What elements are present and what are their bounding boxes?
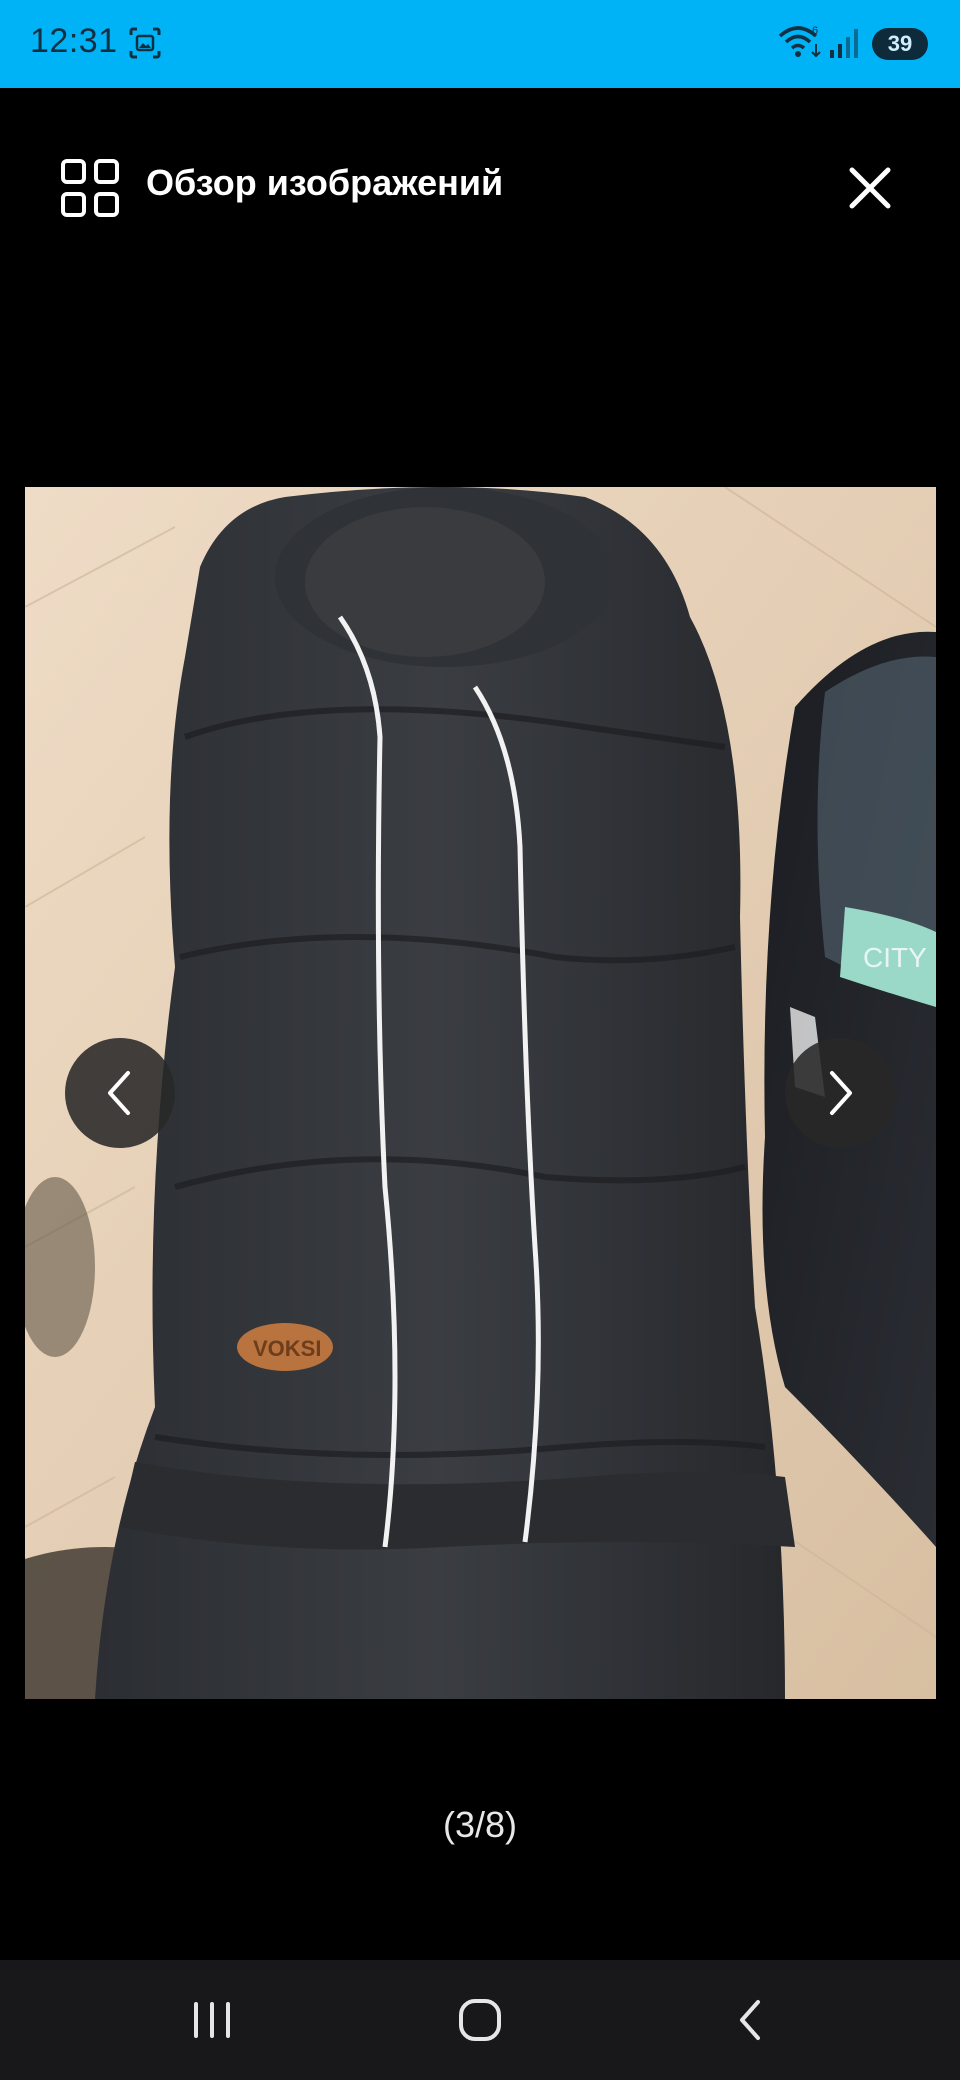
recents-button[interactable]: [172, 1990, 252, 2050]
svg-text:6: 6: [812, 25, 818, 37]
chevron-right-icon: [830, 1071, 852, 1115]
home-button[interactable]: [440, 1990, 520, 2050]
next-image-button[interactable]: [785, 1038, 895, 1148]
system-navigation-bar: [0, 1960, 960, 2080]
bag-label: CITY: [863, 942, 927, 973]
image-counter: (3/8): [442, 1804, 518, 1845]
status-time: 12:31: [30, 22, 118, 60]
viewer-title: Обзор изображений: [146, 162, 504, 203]
screenshot-icon: [128, 26, 162, 65]
close-icon: [849, 167, 891, 209]
wifi-icon: 6: [778, 24, 824, 67]
viewer-header: Обзор изображений: [0, 88, 960, 288]
previous-image-button[interactable]: [65, 1038, 175, 1148]
close-button[interactable]: [834, 152, 906, 224]
battery-level: 39: [887, 31, 913, 56]
recents-icon: [194, 2002, 230, 2038]
chevron-left-icon: [108, 1071, 130, 1115]
grid-icon[interactable]: [60, 158, 120, 223]
battery-icon: 39: [872, 28, 928, 60]
back-button[interactable]: [710, 1990, 790, 2050]
status-bar: 12:31 6 39: [0, 0, 960, 88]
back-icon: [740, 2000, 760, 2040]
signal-icon: [828, 26, 862, 65]
photo-logo: VOKSI: [253, 1336, 321, 1361]
home-icon: [459, 1999, 501, 2041]
